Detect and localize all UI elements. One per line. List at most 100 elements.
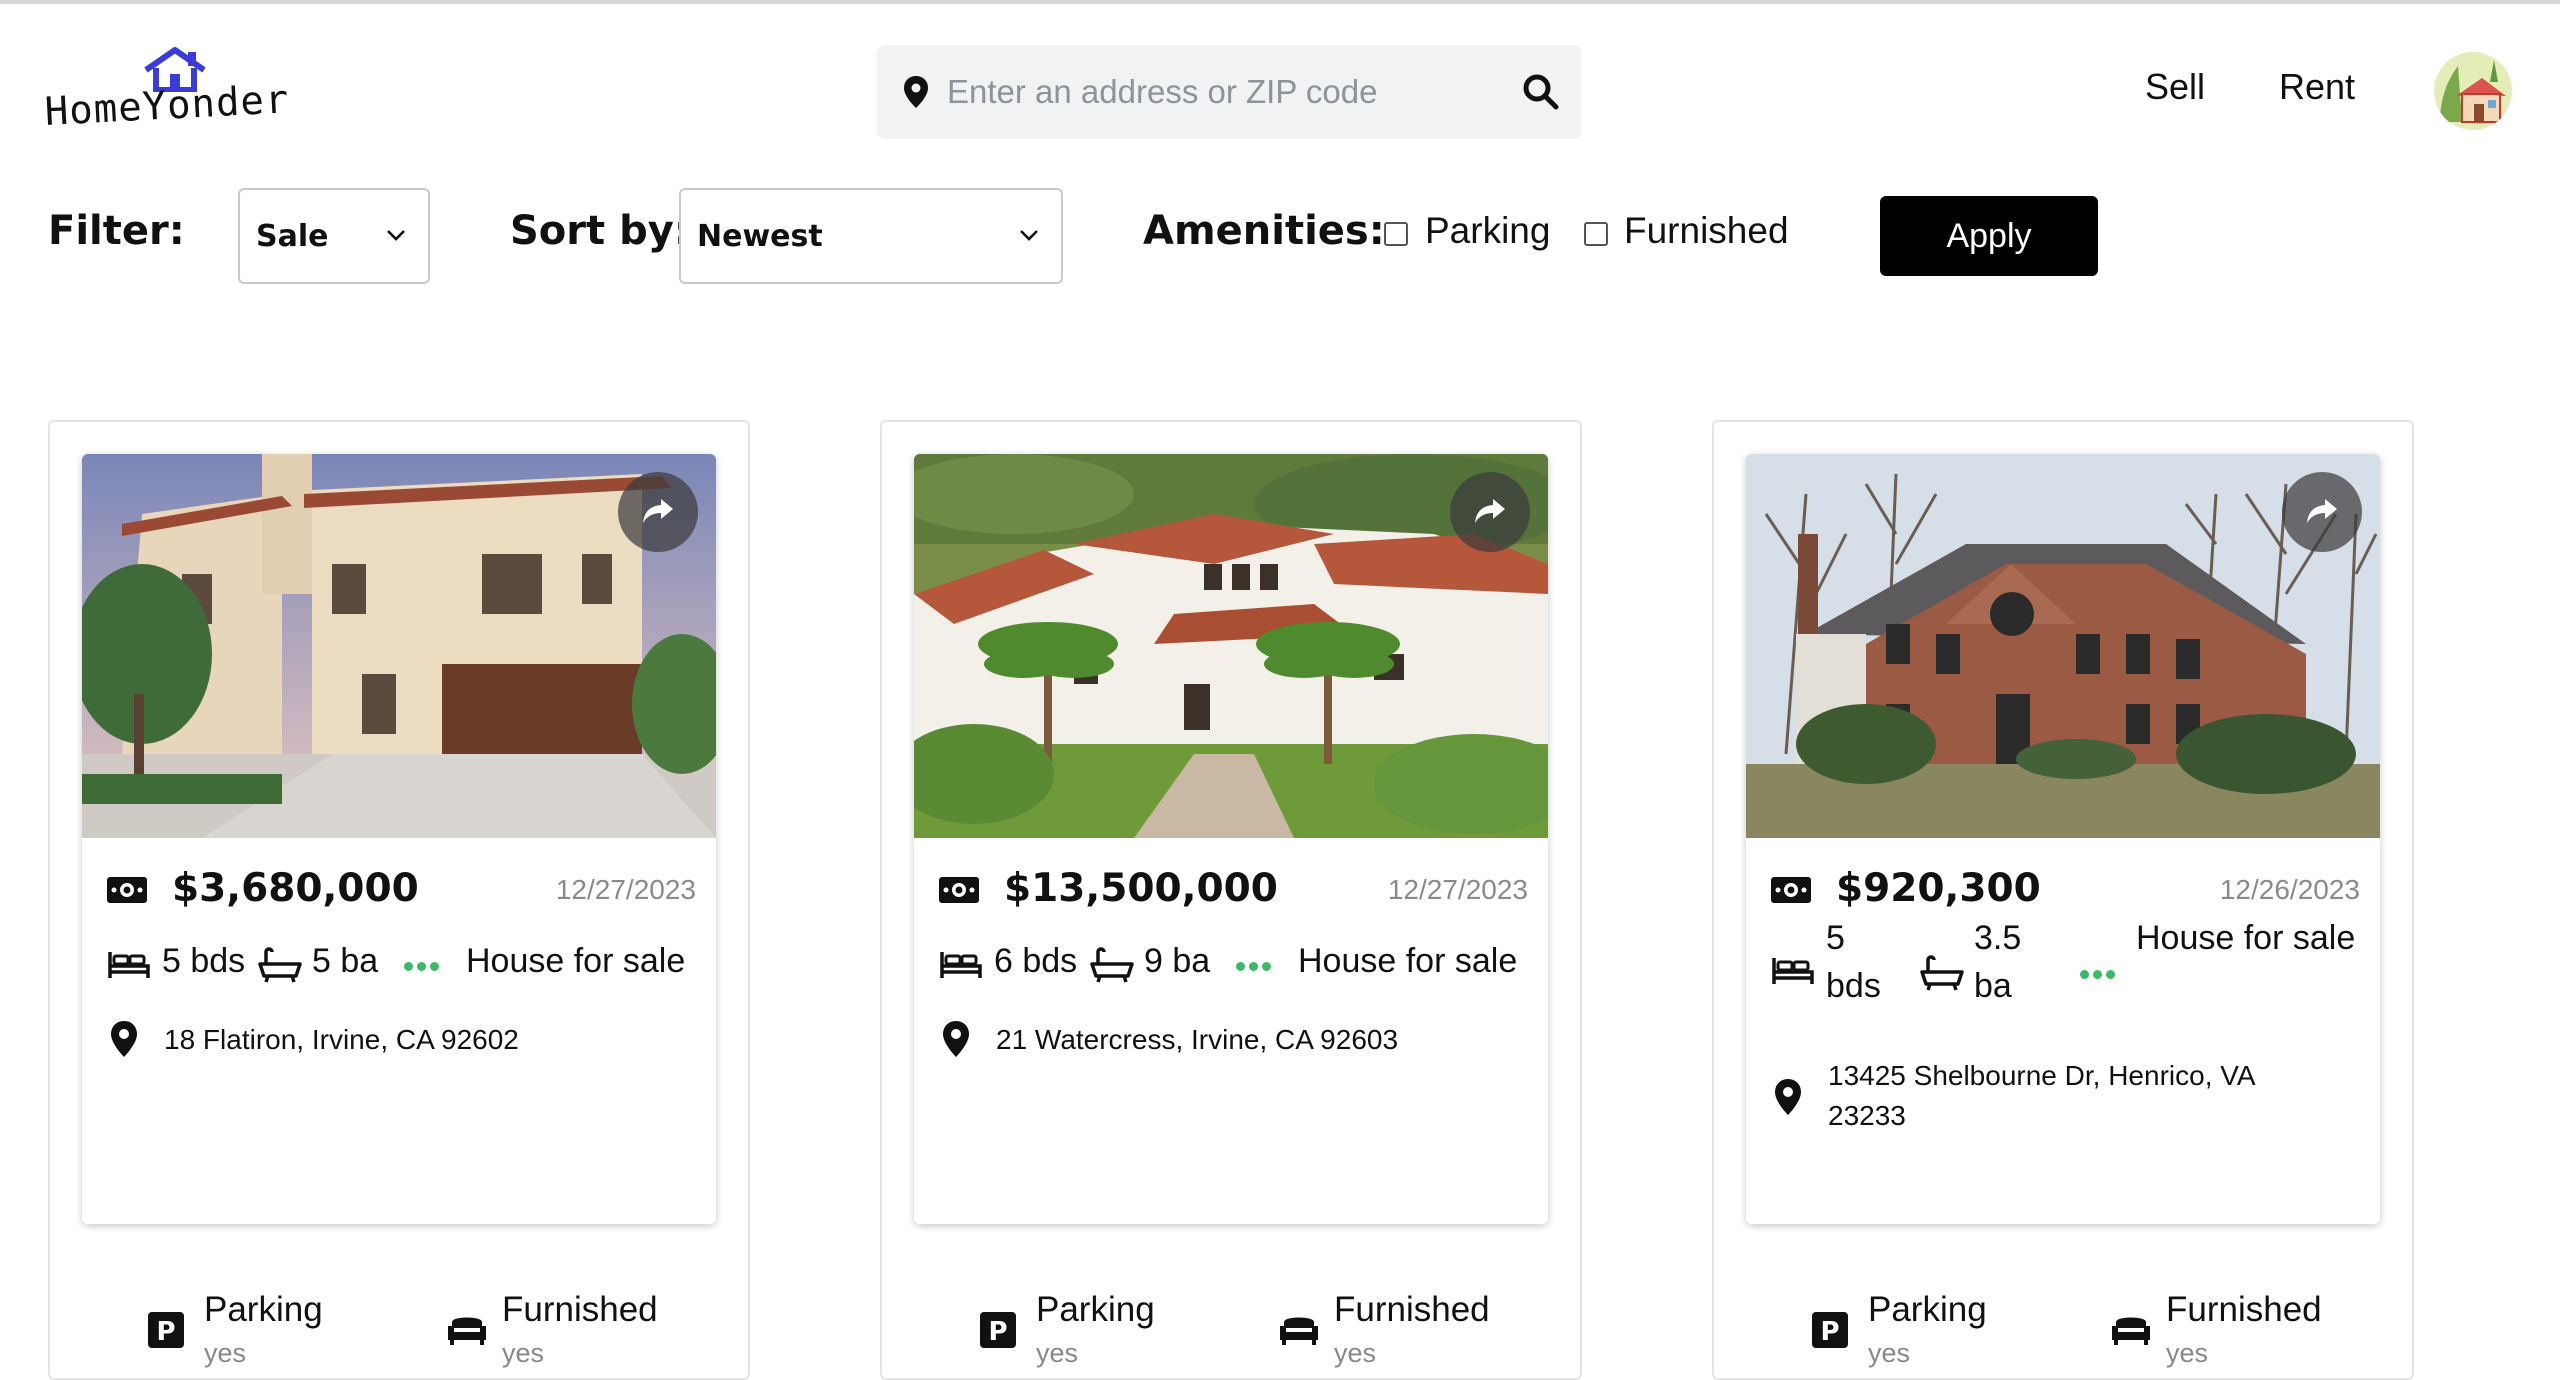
parking-icon: P (980, 1312, 1016, 1348)
search-input[interactable] (947, 63, 1507, 121)
status-dots-icon (404, 962, 439, 971)
filter-label: Filter: (48, 208, 185, 254)
sofa-icon (1280, 1317, 1318, 1345)
location-pin-icon (1775, 1079, 1801, 1115)
svg-text:P: P (1820, 1317, 1839, 1347)
svg-text:P: P (156, 1317, 175, 1347)
filter-select-value: Sale (256, 219, 329, 254)
parking-icon: P (1812, 1312, 1848, 1348)
bathtub-icon (1920, 955, 1964, 991)
listing-price: $920,300 (1836, 866, 2041, 911)
parking-amenity-value: yes (1036, 1338, 1079, 1368)
price-row: $3,680,000 12/27/2023 (106, 866, 696, 916)
listing-status: House for sale (2136, 919, 2356, 957)
svg-text:P: P (988, 1317, 1007, 1347)
share-icon (1475, 499, 1505, 523)
listing-photo[interactable] (1746, 454, 2380, 838)
parking-checkbox-label[interactable]: Parking (1425, 210, 1550, 252)
listing-amenities: P Parking yes Furnished yes (882, 1290, 1582, 1380)
listing-address: 13425 Shelbourne Dr, Henrico, VA 23233 (1770, 1056, 2360, 1146)
sort-select[interactable]: Newest (679, 188, 1063, 284)
status-dots-icon (2080, 970, 2115, 979)
bathtub-icon (1090, 947, 1134, 983)
listing-beds: 5 bds (162, 942, 246, 980)
money-icon (939, 877, 979, 903)
logo[interactable]: HomeYonder (43, 46, 316, 142)
price-row: $13,500,000 12/27/2023 (938, 866, 1528, 916)
listing-date: 12/27/2023 (555, 874, 696, 905)
parking-amenity-value: yes (204, 1338, 247, 1368)
price-row: $920,300 12/26/2023 (1770, 866, 2360, 916)
share-button[interactable] (1450, 472, 1530, 552)
furnished-amenity-value: yes (2166, 1338, 2209, 1368)
listing-specs: 6 bds 9 ba House for sale (938, 942, 1538, 1002)
parking-amenity-value: yes (1868, 1338, 1911, 1368)
amenities-label: Amenities: (1143, 208, 1385, 254)
share-button[interactable] (618, 472, 698, 552)
search-icon[interactable] (1522, 73, 1560, 111)
furnished-amenity-label: Furnished (502, 1290, 658, 1329)
parking-checkbox[interactable] (1384, 222, 1408, 246)
furnished-amenity-label: Furnished (1334, 1290, 1490, 1329)
nav-rent-link[interactable]: Rent (2279, 66, 2355, 108)
top-border (0, 0, 2560, 4)
listing-amenities: P Parking yes Furnished yes (50, 1290, 750, 1380)
status-dots-icon (1236, 962, 1271, 971)
listing-photo[interactable] (914, 454, 1548, 838)
listing-card: $13,500,000 12/27/2023 6 bds 9 ba House … (880, 420, 1582, 1380)
share-icon (643, 499, 673, 523)
listing-baths: 5 ba (312, 942, 379, 980)
listing-specs: 5 bds 3.5 ba House for sale (1770, 914, 2370, 1024)
logo-text: HomeYonder (43, 77, 291, 135)
house-avatar-icon (2434, 52, 2512, 130)
listing-address-text[interactable]: 18 Flatiron, Irvine, CA 92602 (164, 1020, 684, 1060)
listing-card: $920,300 12/26/2023 5 bds 3.5 ba House f… (1712, 420, 2414, 1380)
share-button[interactable] (2282, 472, 2362, 552)
furnished-amenity-value: yes (1334, 1338, 1377, 1368)
sort-select-value: Newest (697, 219, 823, 254)
bed-icon (940, 952, 982, 978)
listing-status: House for sale (466, 942, 686, 980)
search-bar[interactable] (877, 45, 1581, 139)
listing-card: $3,680,000 12/27/2023 5 bds 5 ba House f… (48, 420, 750, 1380)
chevron-down-icon (1020, 230, 1038, 241)
parking-amenity-label: Parking (1868, 1290, 1987, 1329)
furnished-amenity-label: Furnished (2166, 1290, 2322, 1329)
money-icon (107, 877, 147, 903)
parking-amenity-label: Parking (1036, 1290, 1155, 1329)
listing-status: House for sale (1298, 942, 1518, 980)
listing-card-inner[interactable]: $920,300 12/26/2023 5 bds 3.5 ba House f… (1746, 454, 2380, 1224)
apply-button[interactable]: Apply (1880, 196, 2098, 276)
listing-beds: 5 bds (1826, 919, 1881, 1005)
listing-price: $3,680,000 (172, 866, 419, 911)
listing-date: 12/27/2023 (1387, 874, 1528, 905)
listing-address-text[interactable]: 13425 Shelbourne Dr, Henrico, VA 23233 (1828, 1056, 2308, 1136)
avatar[interactable] (2434, 52, 2512, 130)
listing-amenities: P Parking yes Furnished yes (1714, 1290, 2414, 1380)
bed-icon (108, 952, 150, 978)
listing-address: 18 Flatiron, Irvine, CA 92602 (106, 1020, 696, 1064)
listing-date: 12/26/2023 (2219, 874, 2360, 905)
nav-sell-link[interactable]: Sell (2145, 66, 2205, 108)
listing-baths: 9 ba (1144, 942, 1211, 980)
listing-card-inner[interactable]: $13,500,000 12/27/2023 6 bds 9 ba House … (914, 454, 1548, 1224)
listing-address-text[interactable]: 21 Watercress, Irvine, CA 92603 (996, 1020, 1516, 1060)
bathtub-icon (258, 947, 302, 983)
listing-photo[interactable] (82, 454, 716, 838)
sofa-icon (2112, 1317, 2150, 1345)
parking-icon: P (148, 1312, 184, 1348)
listing-card-inner[interactable]: $3,680,000 12/27/2023 5 bds 5 ba House f… (82, 454, 716, 1224)
parking-amenity-label: Parking (204, 1290, 323, 1329)
listing-baths: 3.5 ba (1974, 919, 2022, 1005)
furnished-checkbox-label[interactable]: Furnished (1624, 210, 1789, 252)
share-icon (2307, 499, 2337, 523)
listing-beds: 6 bds (994, 942, 1078, 980)
money-icon (1771, 877, 1811, 903)
listing-specs: 5 bds 5 ba House for sale (106, 942, 706, 1002)
location-pin-icon (111, 1021, 137, 1057)
chevron-down-icon (387, 230, 405, 241)
filter-select[interactable]: Sale (238, 188, 430, 284)
location-pin-icon (904, 76, 928, 108)
furnished-checkbox[interactable] (1584, 222, 1608, 246)
bed-icon (1772, 958, 1814, 984)
